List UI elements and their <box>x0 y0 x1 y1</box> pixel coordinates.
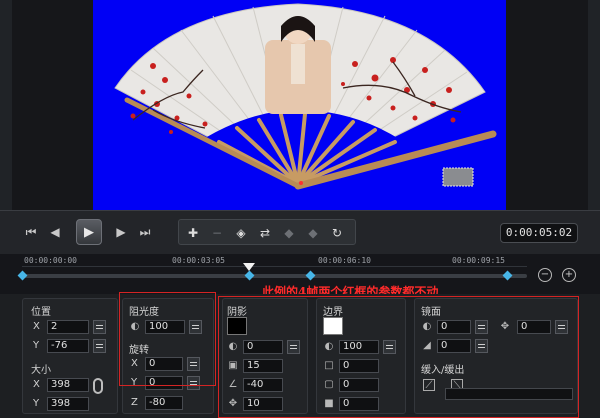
move-right-icon[interactable]: ◆ <box>305 225 321 241</box>
position-y-dropdown[interactable] <box>93 339 106 353</box>
move-left-icon[interactable]: ◆ <box>281 225 297 241</box>
position-x-input[interactable]: 2 <box>47 320 89 334</box>
keyframe-toolbar: ✚ − ◈ ⇄ ◆ ◆ ↻ <box>178 219 356 245</box>
zoom-in-icon[interactable]: + <box>562 268 576 282</box>
go-to-start-icon[interactable]: ⏮ <box>24 221 38 243</box>
preview-left-edge <box>0 0 12 210</box>
rotation-z-label: Z <box>131 397 138 408</box>
zoom-out-icon[interactable]: − <box>538 268 552 282</box>
highlight-frame-opacity-rotation <box>119 292 216 386</box>
go-to-end-icon[interactable]: ⏭ <box>138 221 152 243</box>
preview-right-edge <box>588 0 600 210</box>
position-title: 位置 <box>31 307 51 318</box>
ruler-label: 00:00:00:00 <box>24 256 77 265</box>
position-x-dropdown[interactable] <box>93 320 106 334</box>
play-icon: ▶ <box>84 224 94 240</box>
position-size-panel: 位置 X 2 Y -76 大小 X 398 Y 398 <box>22 298 118 414</box>
size-y-label: Y <box>33 398 40 409</box>
ruler-label: 00:00:09:15 <box>452 256 505 265</box>
add-keyframe-icon[interactable]: ✚ <box>185 225 201 241</box>
previous-frame-icon[interactable]: ◀ <box>48 221 62 243</box>
fan-image <box>114 3 497 190</box>
size-title: 大小 <box>31 365 51 376</box>
preview-area <box>0 0 600 210</box>
size-x-label: X <box>33 379 40 390</box>
size-y-input[interactable]: 398 <box>47 397 89 411</box>
transport-bar: ⏮ ◀ ▶ ▶ ⏭ ✚ − ◈ ⇄ ◆ ◆ ↻ 0:00:05:02 <box>0 210 600 254</box>
reverse-keyframe-icon[interactable]: ◈ <box>233 225 249 241</box>
rotate-keyframe-icon[interactable]: ↻ <box>329 225 345 241</box>
position-x-label: X <box>33 321 40 332</box>
remove-keyframe-icon[interactable]: − <box>209 225 225 241</box>
keyframe-marker[interactable] <box>17 270 28 281</box>
keyframe-marker[interactable] <box>244 270 255 281</box>
swap-keyframe-icon[interactable]: ⇄ <box>257 225 273 241</box>
keyframe-marker[interactable] <box>305 270 316 281</box>
keyframe-marker[interactable] <box>502 270 513 281</box>
position-y-input[interactable]: -76 <box>47 339 89 353</box>
rotation-z-input[interactable]: -80 <box>145 396 183 410</box>
ruler-track[interactable] <box>22 274 527 278</box>
highlight-frame-shadow-border-mirror <box>218 296 579 418</box>
ruler-label: 00:00:03:05 <box>172 256 225 265</box>
ruler-label: 00:00:06:10 <box>318 256 371 265</box>
preview-canvas[interactable] <box>93 0 506 210</box>
timecode-display[interactable]: 0:00:05:02 <box>500 223 578 243</box>
next-frame-icon[interactable]: ▶ <box>114 221 128 243</box>
position-y-label: Y <box>33 340 40 351</box>
link-icon[interactable] <box>93 378 103 394</box>
play-button[interactable]: ▶ <box>76 219 102 245</box>
size-x-input[interactable]: 398 <box>47 378 89 392</box>
